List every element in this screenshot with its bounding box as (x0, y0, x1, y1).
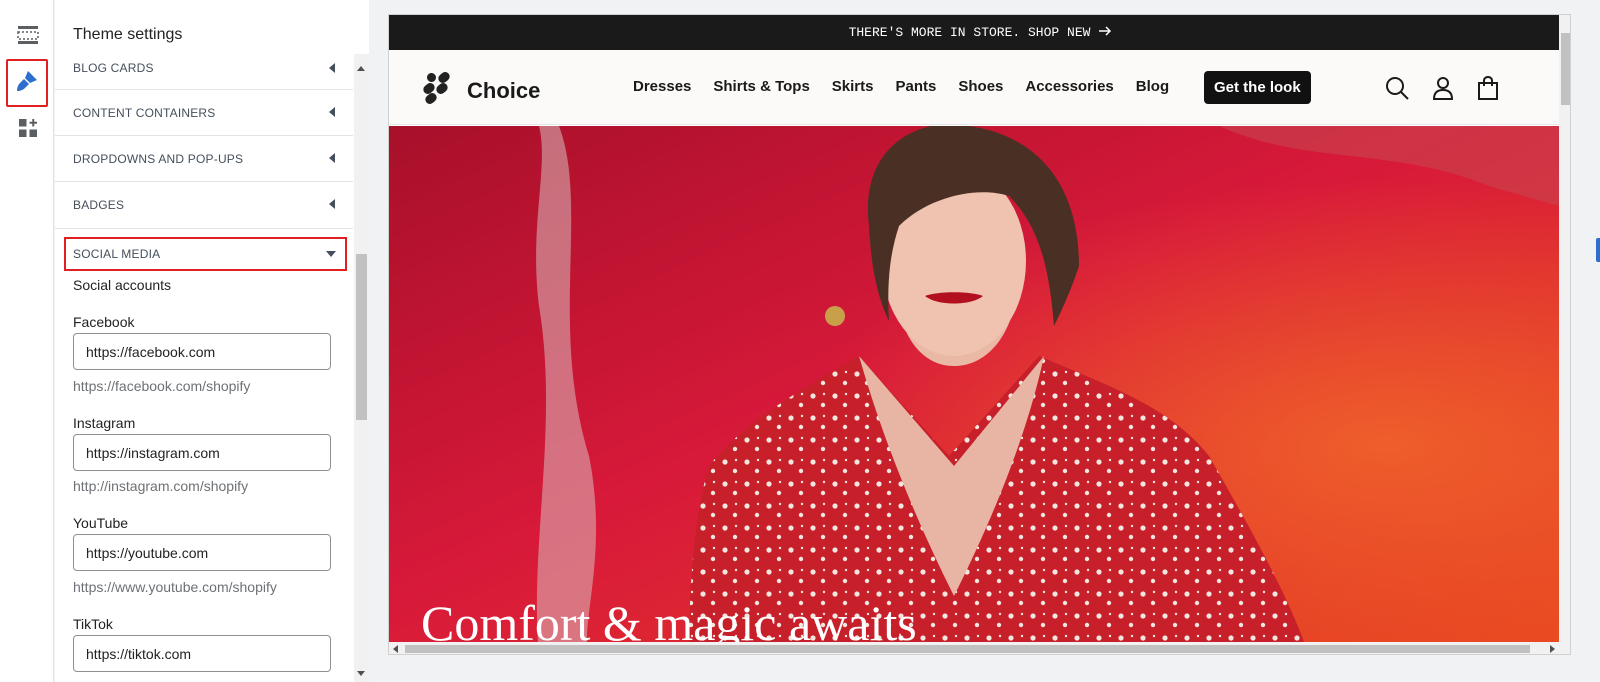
preview-horizontal-scrollbar[interactable] (389, 642, 1559, 654)
scrollbar-thumb[interactable] (1561, 33, 1570, 105)
accordion-social-media[interactable]: SOCIAL MEDIA (64, 237, 347, 271)
scroll-down-icon[interactable] (357, 671, 365, 676)
theme-settings-button[interactable] (6, 59, 48, 107)
arrow-right-icon (1098, 25, 1112, 41)
storefront-preview: THERE'S MORE IN STORE. SHOP NEW Choice D… (388, 14, 1571, 655)
scroll-left-icon[interactable] (393, 645, 398, 653)
tiktok-input[interactable] (73, 635, 331, 672)
site-header: Choice Dresses Shirts & Tops Skirts Pant… (389, 50, 1570, 125)
accordion-label: BLOG CARDS (73, 61, 154, 75)
sections-button[interactable] (8, 17, 48, 57)
divider (55, 228, 353, 229)
nav-item-dresses[interactable]: Dresses (633, 74, 691, 100)
panel-scrollbar[interactable] (354, 54, 369, 682)
caret-left-icon (329, 199, 335, 209)
caret-left-icon (329, 63, 335, 73)
instagram-help-text: http://instagram.com/shopify (73, 478, 249, 494)
logo-mark-icon (421, 72, 455, 109)
sections-icon (17, 25, 39, 50)
cart-icon[interactable] (1474, 74, 1502, 102)
youtube-help-text: https://www.youtube.com/shopify (73, 579, 277, 595)
announcement-bar[interactable]: THERE'S MORE IN STORE. SHOP NEW (389, 15, 1570, 50)
scroll-up-icon[interactable] (357, 66, 365, 71)
nav-item-shirts-tops[interactable]: Shirts & Tops (713, 74, 809, 100)
accordion-dropdowns-popups[interactable]: DROPDOWNS AND POP-UPS (55, 136, 353, 182)
youtube-input[interactable] (73, 534, 331, 571)
preview-vertical-scrollbar[interactable] (1559, 15, 1570, 654)
hero-banner[interactable]: Comfort & magic awaits (389, 126, 1559, 654)
announcement-text: THERE'S MORE IN STORE. SHOP NEW (848, 25, 1091, 40)
facebook-help-text: https://facebook.com/shopify (73, 378, 251, 394)
accordion-label: DROPDOWNS AND POP-UPS (73, 152, 244, 166)
edge-handle[interactable] (1596, 238, 1600, 262)
nav-item-skirts[interactable]: Skirts (832, 74, 874, 100)
nav-item-accessories[interactable]: Accessories (1025, 74, 1113, 100)
accordion-label: SOCIAL MEDIA (73, 247, 161, 261)
search-icon[interactable] (1383, 74, 1411, 102)
theme-settings-icon (15, 69, 39, 98)
scrollbar-thumb[interactable] (356, 254, 367, 420)
facebook-label: Facebook (73, 314, 135, 330)
accordion-badges[interactable]: BADGES (55, 182, 353, 228)
hero-image (389, 126, 1559, 654)
scrollbar-thumb[interactable] (405, 645, 1530, 653)
accordion-label: BADGES (73, 198, 125, 212)
tiktok-label: TikTok (73, 616, 113, 632)
scroll-right-icon[interactable] (1550, 645, 1555, 653)
caret-left-icon (329, 153, 335, 163)
nav-item-shoes[interactable]: Shoes (958, 74, 1003, 100)
main-nav: Dresses Shirts & Tops Skirts Pants Shoes… (633, 74, 1169, 100)
account-icon[interactable] (1429, 74, 1457, 102)
facebook-input[interactable] (73, 333, 331, 370)
panel-title: Theme settings (73, 26, 183, 43)
accordion-label: CONTENT CONTAINERS (73, 106, 216, 120)
theme-settings-panel: Theme settings BLOG CARDS CONTENT CONTAI… (55, 0, 369, 682)
instagram-input[interactable] (73, 434, 331, 471)
nav-item-blog[interactable]: Blog (1136, 74, 1169, 100)
youtube-label: YouTube (73, 515, 129, 531)
social-accounts-heading: Social accounts (73, 277, 172, 293)
get-the-look-button[interactable]: Get the look (1204, 71, 1311, 104)
instagram-label: Instagram (73, 415, 136, 431)
accordion-content-containers[interactable]: CONTENT CONTAINERS (55, 90, 353, 136)
store-logo[interactable]: Choice (421, 72, 540, 109)
nav-item-pants[interactable]: Pants (896, 74, 937, 100)
brand-name: Choice (467, 77, 541, 103)
caret-left-icon (329, 107, 335, 117)
settings-list: BLOG CARDS CONTENT CONTAINERS DROPDOWNS … (55, 54, 354, 682)
apps-icon (18, 118, 38, 143)
accordion-blog-cards[interactable]: BLOG CARDS (55, 54, 353, 90)
apps-button[interactable] (8, 110, 48, 150)
caret-down-icon (326, 251, 336, 257)
editor-sidebar-rail (0, 0, 54, 682)
